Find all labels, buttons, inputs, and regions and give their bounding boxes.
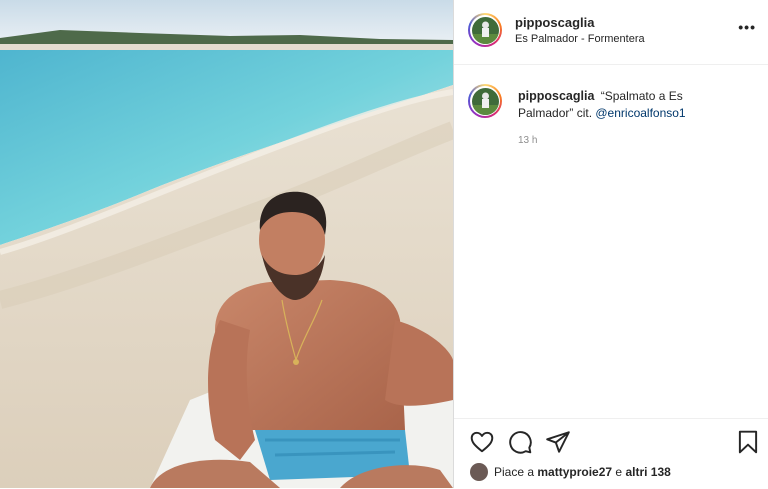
post-location[interactable]: Es Palmador - Formentera — [515, 33, 645, 45]
comment-icon[interactable] — [507, 429, 533, 455]
share-icon[interactable] — [545, 429, 571, 455]
instagram-post: pipposcaglia Es Palmador - Formentera ••… — [0, 0, 768, 488]
avatar-image — [471, 87, 499, 115]
heart-icon[interactable] — [469, 429, 495, 455]
more-icon[interactable]: ••• — [738, 20, 756, 34]
likes-others[interactable]: altri 138 — [625, 465, 670, 479]
beach-photo-illustration — [0, 0, 453, 488]
post-timestamp[interactable]: 13 h — [518, 135, 537, 146]
likes-prefix: Piace a — [494, 465, 535, 480]
post-photo[interactable] — [0, 0, 453, 488]
post-side-panel: pipposcaglia Es Palmador - Formentera ••… — [453, 0, 768, 488]
post-header: pipposcaglia Es Palmador - Formentera ••… — [454, 0, 768, 65]
caption-area: pipposcaglia “Spalmato a Es Palmador” ci… — [454, 65, 768, 415]
caption-text: pipposcaglia “Spalmato a Es Palmador” ci… — [518, 88, 738, 122]
avatar[interactable] — [468, 13, 502, 47]
action-bar: Piace a mattyproie27 e altri 138 — [454, 418, 768, 489]
liker-avatar — [470, 463, 488, 481]
bookmark-icon[interactable] — [735, 429, 761, 455]
post-username[interactable]: pipposcaglia — [515, 15, 594, 30]
caption-mention[interactable]: @enricoalfonso1 — [595, 106, 685, 120]
likes-conjunction: e — [615, 465, 623, 480]
likes-summary[interactable]: Piace a mattyproie27 e altri 138 — [470, 463, 671, 482]
caption-avatar[interactable] — [468, 84, 502, 118]
avatar-image — [471, 16, 499, 44]
caption-username[interactable]: pipposcaglia — [518, 89, 594, 103]
liker-username[interactable]: mattyproie27 — [537, 465, 612, 479]
